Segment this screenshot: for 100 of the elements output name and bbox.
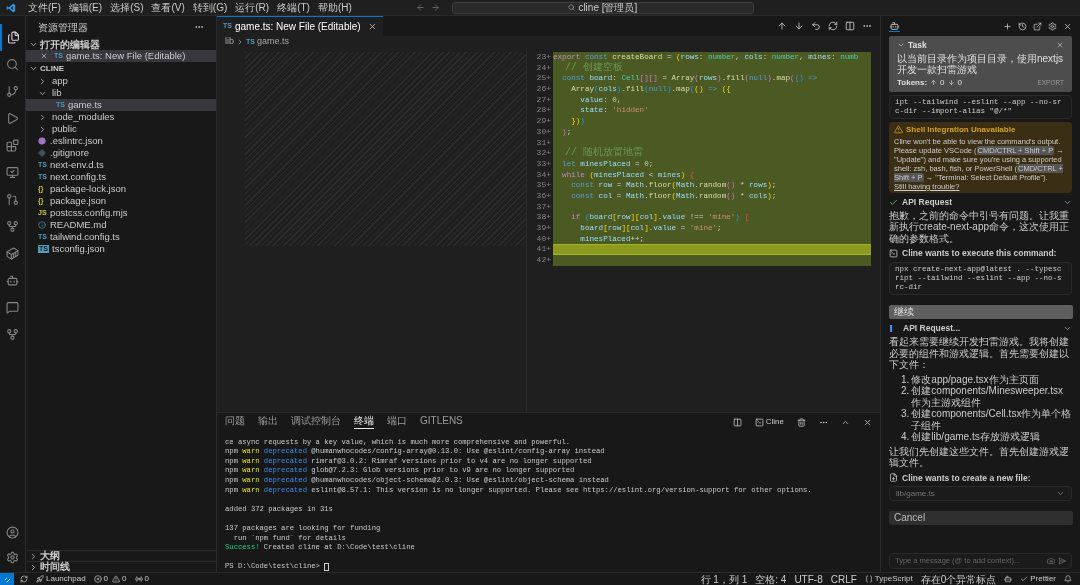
pull-request-icon[interactable] [6,193,19,206]
command-search-field[interactable]: cline [管理员] [451,1,754,14]
menu-item[interactable]: 查看(V) [147,0,189,15]
run-debug-icon[interactable] [6,112,19,125]
source-control-icon[interactable] [6,85,19,98]
menu-item[interactable]: 终端(T) [273,0,314,15]
file-path-dropdown[interactable]: lib/game.ts [889,486,1072,502]
menu-item[interactable]: 运行(R) [231,0,274,15]
warning-title: Shell Integration Unavailable [906,123,1016,136]
menu-item[interactable]: 文件(F) [24,0,65,15]
revert-icon[interactable] [811,21,821,31]
extensions-icon[interactable] [6,139,19,152]
robot-icon[interactable] [889,20,900,32]
settings-icon[interactable] [6,551,19,564]
list-number: 4. [901,431,910,443]
back-arrow-icon[interactable] [415,3,425,12]
status-item[interactable]: 空格: 4 [755,573,787,585]
open-in-editor-icon[interactable] [1033,21,1042,31]
cancel-button[interactable]: Cancel [889,511,1073,526]
new-task-icon[interactable] [1003,21,1012,31]
terminal-selector[interactable]: Cline [754,416,784,429]
panel-tab[interactable]: 输出 [258,415,278,430]
section-header[interactable]: CLINE [26,62,216,75]
search-icon[interactable] [6,58,19,71]
panel-tab[interactable]: 终端 [354,415,374,430]
robot-icon[interactable] [6,274,19,287]
folder-item[interactable]: node_modules [26,111,216,123]
menu-item[interactable]: 转到(G) [188,0,232,15]
close-icon[interactable] [1063,21,1072,31]
tool-request-label: Cline wants to create a new file: [902,471,1031,485]
warning-icon [112,575,121,583]
file-item[interactable]: .gitignore [26,147,216,159]
robot-icon[interactable] [1004,575,1013,583]
file-item[interactable]: .eslintrc.json [26,135,216,147]
language-mode-item[interactable]: TypeScript [864,573,913,585]
file-item[interactable]: README.md [26,219,216,231]
terminal-icon [889,249,898,259]
close-icon[interactable] [1056,41,1064,50]
tokens-down-count: 0 [957,76,962,89]
section-header[interactable]: 大纲 [26,550,216,561]
forward-arrow-icon[interactable] [430,3,440,12]
status-item[interactable]: CRLF [830,573,857,585]
previous-change-icon[interactable] [777,21,787,31]
folder-item[interactable]: app [26,75,216,87]
list-number: 1. [901,373,910,385]
branch-icon[interactable] [6,220,19,233]
problems-item[interactable]: 0 0 [93,573,127,585]
prettier-item[interactable]: Prettier [1020,573,1056,585]
close-icon[interactable] [863,417,872,427]
rocket-icon [36,575,44,583]
error-icon [93,575,102,583]
panel-tab[interactable]: GITLENS [420,415,463,430]
trash-icon[interactable] [797,417,806,427]
eslint-file-icon [38,137,46,145]
tool-request-label: Cline wants to execute this command: [902,247,1057,260]
breadcrumb-folder[interactable]: lib [225,35,234,49]
remote-icon [3,575,11,583]
panel-tab[interactable]: 端口 [387,415,407,430]
list-number: 2. [901,385,910,398]
menu-item[interactable]: 编辑(E) [64,0,107,15]
git-graph-icon[interactable] [6,328,19,341]
split-editor-icon[interactable] [845,21,855,31]
sync-icon[interactable] [20,575,28,583]
notification-icon[interactable] [1064,575,1072,583]
status-item[interactable]: 行 1，列 1 [700,573,748,585]
panel-tab[interactable]: 问题 [225,415,245,430]
list-item-text: 创建lib/game.ts存放游戏逻辑 [911,431,1040,443]
account-icon[interactable] [6,526,19,539]
split-terminal-icon[interactable] [732,417,742,427]
remote-explorer-icon[interactable] [6,166,19,179]
list-item-text: 创建components/Cell.tsx作为单个格子组件 [911,408,1072,431]
chevron-right-icon [38,76,47,86]
history-icon[interactable] [1018,21,1027,31]
tokens-up-count: 0 [940,76,945,89]
close-icon[interactable] [40,52,48,60]
explorer-icon[interactable] [7,31,20,44]
panel-tab[interactable]: 调试控制台 [291,415,341,430]
continue-button[interactable]: 继续 [889,305,1073,319]
remote-button[interactable] [0,573,14,585]
status-item[interactable]: UTF-8 [794,573,823,585]
folder-item[interactable]: lib [26,87,216,99]
menu-item[interactable]: 选择(S) [106,0,148,15]
next-change-icon[interactable] [794,21,804,31]
menu-item[interactable]: 帮助(H) [313,0,356,15]
ports-item[interactable]: 0 [134,573,149,585]
arrow-up-icon [930,79,938,87]
whale-icon[interactable] [6,247,19,260]
send-icon[interactable] [1058,557,1066,565]
close-icon[interactable] [367,22,377,31]
folder-item[interactable]: public [26,123,216,135]
breadcrumb-file[interactable]: game.ts [256,35,289,49]
swap-icon[interactable] [828,21,838,31]
chevron-down-icon[interactable] [1063,324,1072,333]
chevron-down-icon [29,64,38,73]
launchpad-item[interactable]: Launchpad [36,573,86,585]
section-header[interactable]: 打开的编辑器 [26,38,216,50]
status-item[interactable]: 存在0个异常标点 [920,573,997,585]
settings-icon[interactable] [1048,21,1057,31]
git-file-icon [38,149,46,157]
chat-icon[interactable] [6,301,19,314]
